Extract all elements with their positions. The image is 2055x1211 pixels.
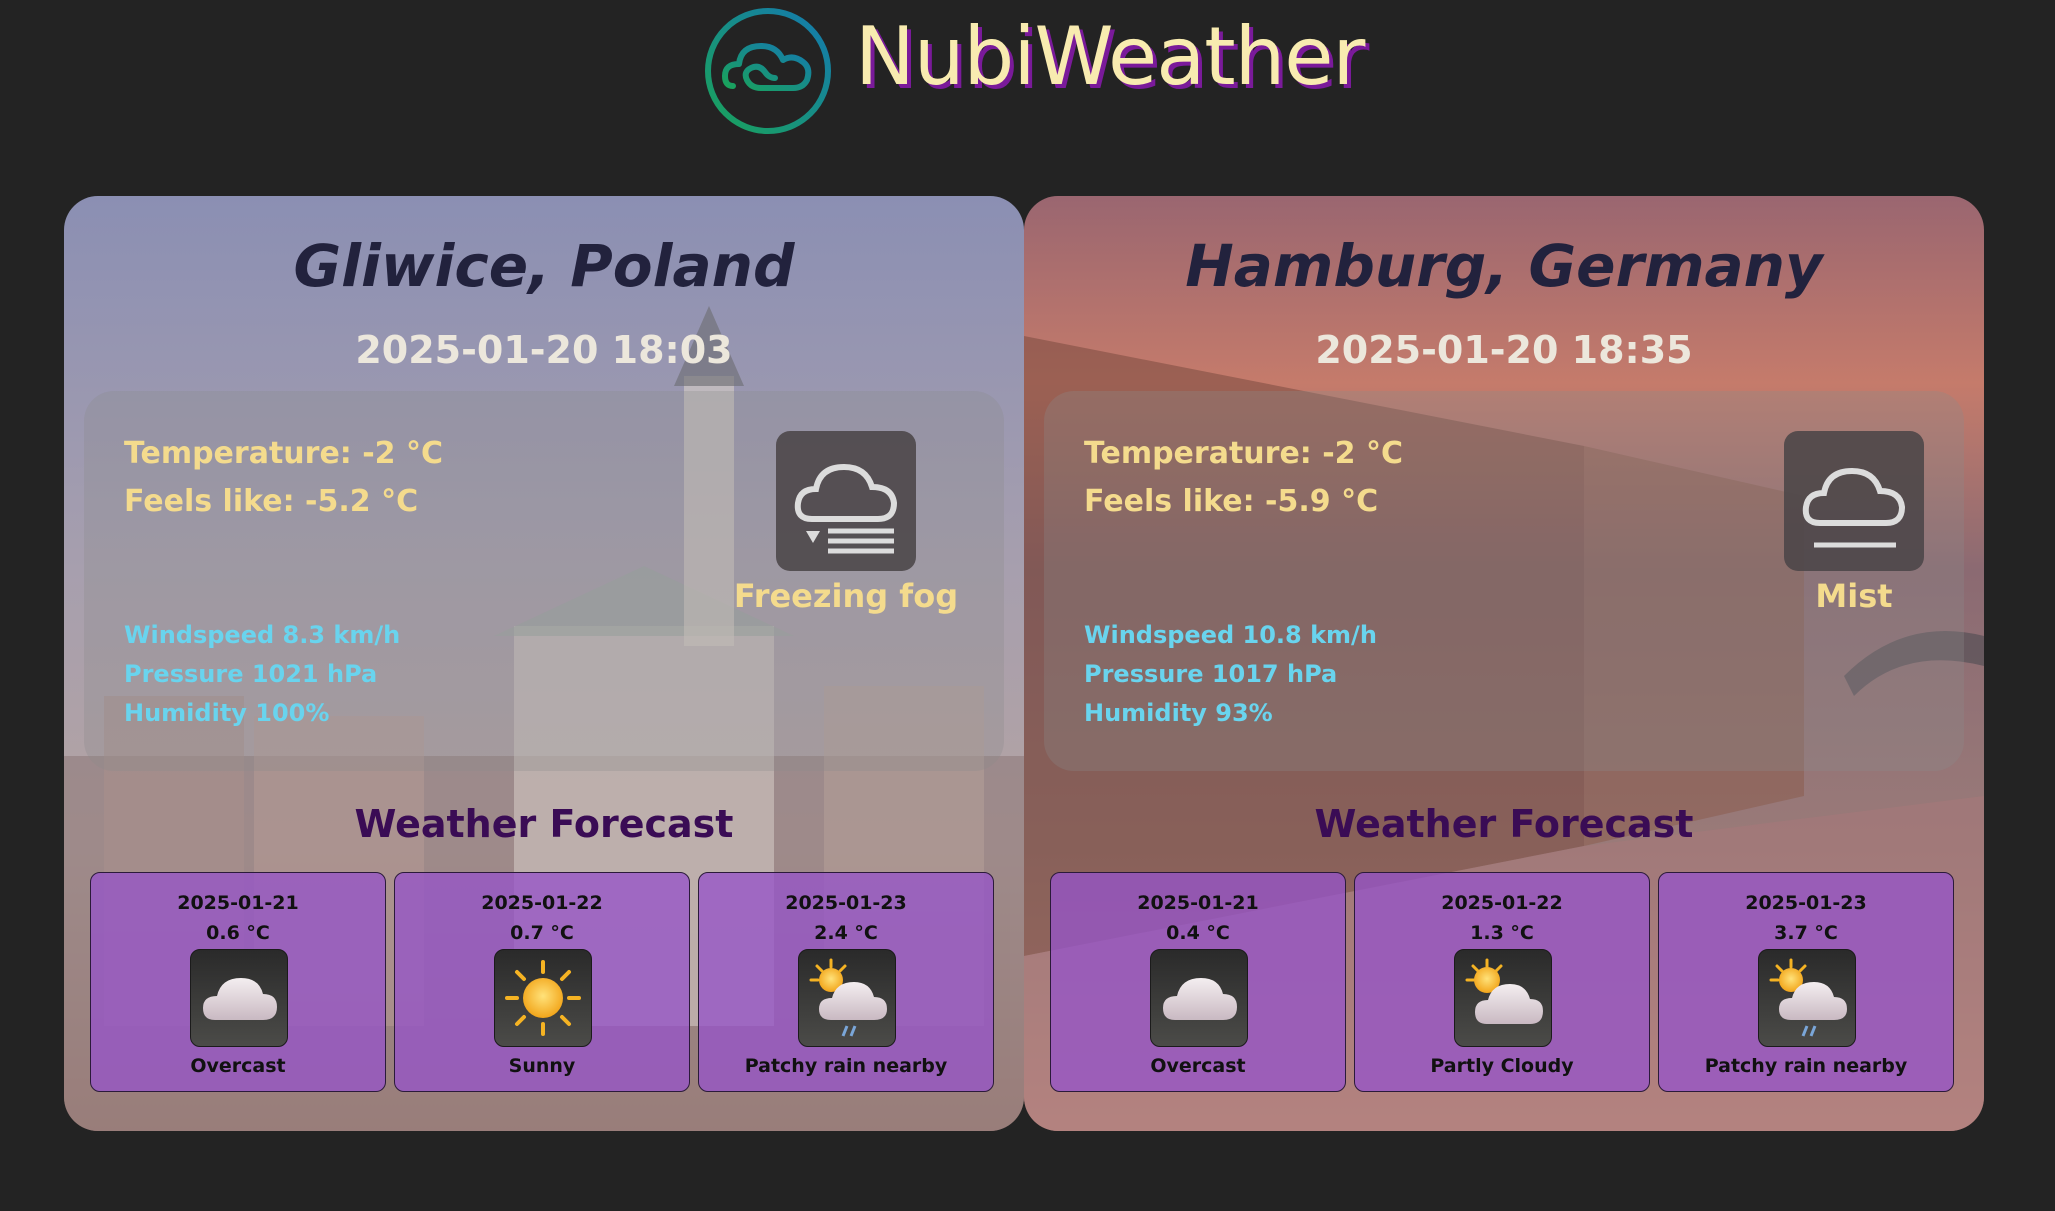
- forecast-day: 2025-01-23 3.7 °C Patchy rain nearby: [1658, 872, 1954, 1092]
- city-name: Hamburg, Germany: [1185, 232, 1823, 300]
- pressure-text: Pressure 1021 hPa: [124, 660, 378, 688]
- cloud-logo-icon: [703, 6, 833, 136]
- freezing-fog-icon: [776, 431, 916, 571]
- local-datetime: 2025-01-20 18:03: [355, 328, 733, 372]
- windspeed-text: Windspeed 8.3 km/h: [124, 621, 401, 649]
- forecast-day: 2025-01-23 2.4 °C Patchy rain nearby: [698, 872, 994, 1092]
- forecast-temp: 0.7 °C: [510, 922, 574, 944]
- forecast-temp: 2.4 °C: [814, 922, 878, 944]
- partly-cloudy-icon: [1454, 949, 1552, 1047]
- current-weather-panel: Temperature: -2 °C Feels like: -5.2 °C W…: [84, 391, 1004, 771]
- forecast-date: 2025-01-21: [1137, 892, 1259, 914]
- feels-like-text: Feels like: -5.9 °C: [1084, 484, 1379, 519]
- city-card-gliwice: Gliwice, Poland 2025-01-20 18:03 Tempera…: [64, 196, 1024, 1131]
- local-datetime: 2025-01-20 18:35: [1315, 328, 1693, 372]
- app-header: NubiWeather: [0, 0, 2055, 140]
- humidity-text: Humidity 93%: [1084, 699, 1273, 727]
- condition-text: Freezing fog: [733, 577, 959, 615]
- forecast-date: 2025-01-22: [1441, 892, 1563, 914]
- pressure-text: Pressure 1017 hPa: [1084, 660, 1338, 688]
- forecast-condition: Overcast: [190, 1055, 286, 1077]
- overcast-icon: [190, 949, 288, 1047]
- forecast-title: Weather Forecast: [354, 802, 734, 846]
- forecast-temp: 0.6 °C: [206, 922, 270, 944]
- humidity-text: Humidity 100%: [124, 699, 330, 727]
- current-weather-panel: Temperature: -2 °C Feels like: -5.9 °C W…: [1044, 391, 1964, 771]
- feels-like-text: Feels like: -5.2 °C: [124, 484, 419, 519]
- forecast-temp: 3.7 °C: [1774, 922, 1838, 944]
- city-name: Gliwice, Poland: [293, 232, 795, 300]
- temperature-text: Temperature: -2 °C: [1084, 436, 1404, 471]
- sunny-icon: [494, 949, 592, 1047]
- patchy-rain-icon: [1758, 949, 1856, 1047]
- forecast-temp: 0.4 °C: [1166, 922, 1230, 944]
- forecast-title: Weather Forecast: [1314, 802, 1694, 846]
- forecast-day: 2025-01-21 0.6 °C Overcast: [90, 872, 386, 1092]
- forecast-condition: Patchy rain nearby: [1704, 1055, 1908, 1077]
- windspeed-text: Windspeed 10.8 km/h: [1084, 621, 1377, 649]
- condition-text: Mist: [1815, 577, 1893, 615]
- forecast-condition: Patchy rain nearby: [744, 1055, 948, 1077]
- forecast-day: 2025-01-22 0.7 °C Sunny: [394, 872, 690, 1092]
- forecast-day: 2025-01-22 1.3 °C Partly Cloudy: [1354, 872, 1650, 1092]
- app-title: NubiWeather: [855, 10, 1365, 103]
- city-card-hamburg: Hamburg, Germany 2025-01-20 18:35 Temper…: [1024, 196, 1984, 1131]
- forecast-date: 2025-01-22: [481, 892, 603, 914]
- temperature-text: Temperature: -2 °C: [124, 436, 444, 471]
- forecast-condition: Partly Cloudy: [1430, 1055, 1574, 1077]
- forecast-condition: Sunny: [508, 1055, 576, 1077]
- forecast-date: 2025-01-21: [177, 892, 299, 914]
- forecast-day: 2025-01-21 0.4 °C Overcast: [1050, 872, 1346, 1092]
- mist-icon: [1784, 431, 1924, 571]
- overcast-icon: [1150, 949, 1248, 1047]
- forecast-temp: 1.3 °C: [1470, 922, 1534, 944]
- forecast-condition: Overcast: [1150, 1055, 1246, 1077]
- patchy-rain-icon: [798, 949, 896, 1047]
- forecast-date: 2025-01-23: [785, 892, 907, 914]
- forecast-date: 2025-01-23: [1745, 892, 1867, 914]
